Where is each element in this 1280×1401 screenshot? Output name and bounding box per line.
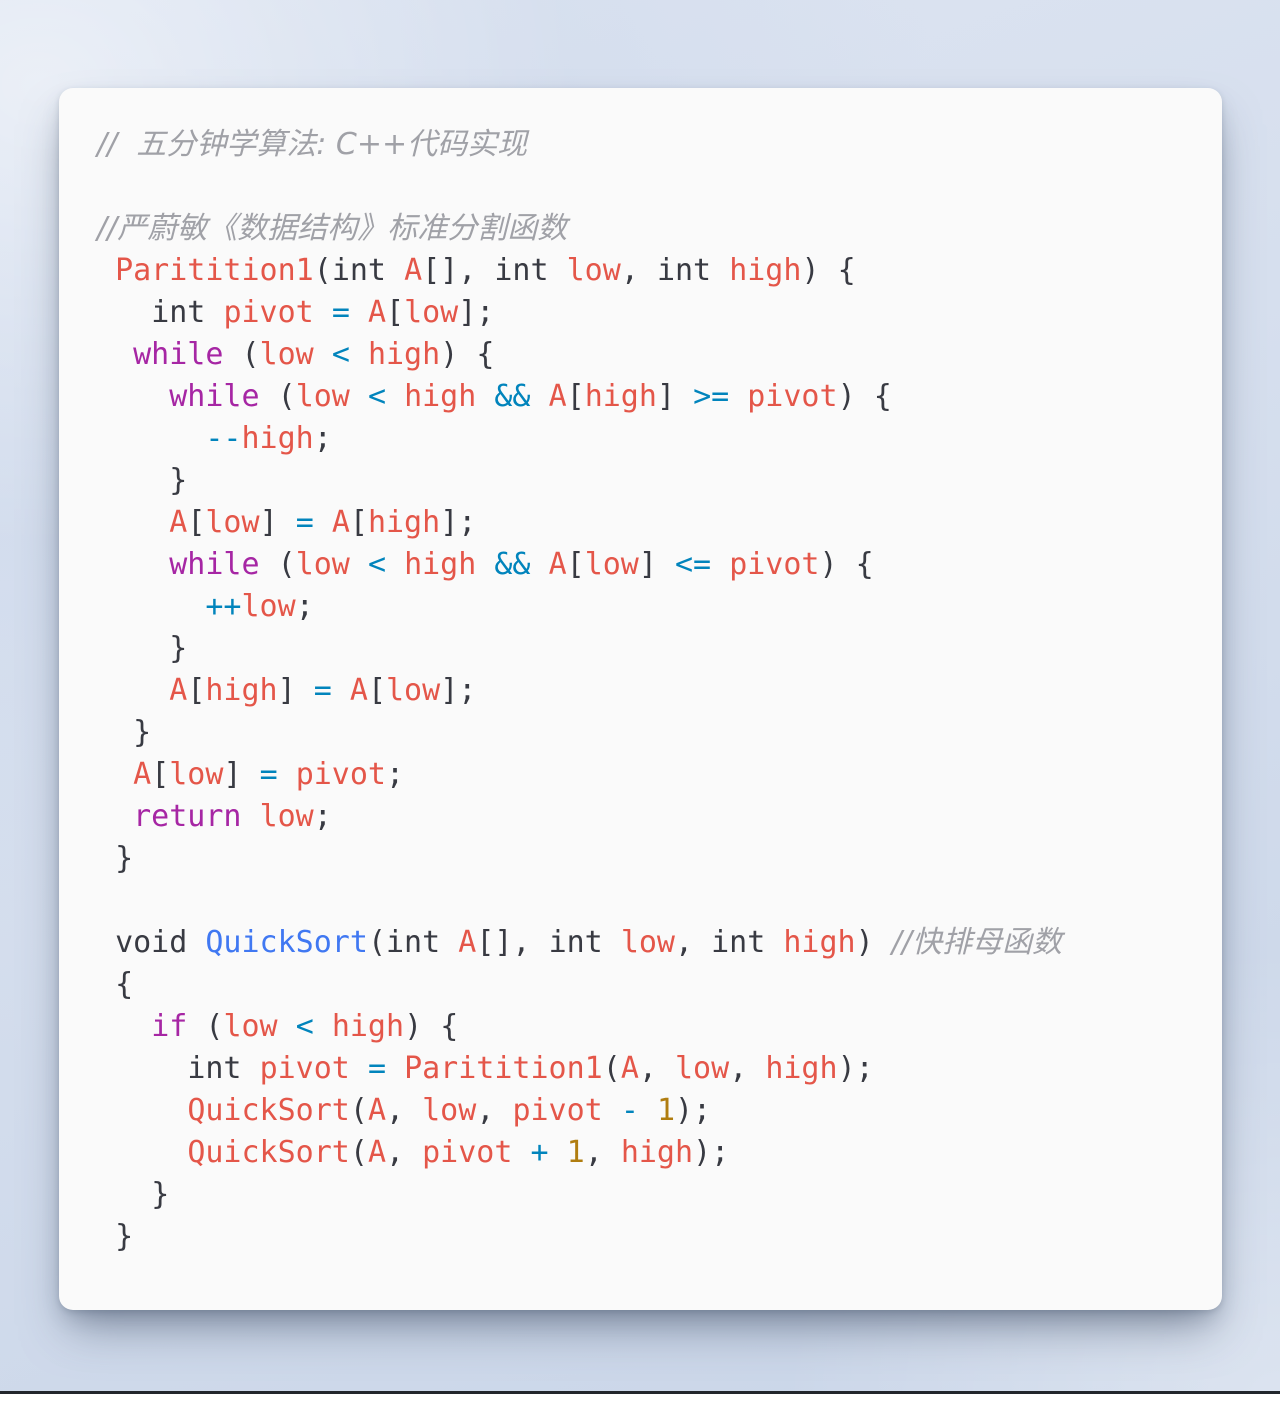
code-line: } [115,1219,134,1254]
trailing-comment: //快排母函数 [891,925,1062,960]
screenshot-page: // 五分钟学算法: C++代码实现 //严蔚敏《数据结构》标准分割函数 Pari… [0,0,1280,1401]
code-line: Paritition1(int A[], int low, int high) … [115,253,856,288]
code-block: // 五分钟学算法: C++代码实现 //严蔚敏《数据结构》标准分割函数 Pari… [97,124,1194,1258]
code-line: void QuickSort(int A[], int low, int hig… [115,925,1062,960]
code-card: // 五分钟学算法: C++代码实现 //严蔚敏《数据结构》标准分割函数 Pari… [59,88,1222,1310]
code-line: } [169,631,188,666]
token-function-name: Paritition1 [115,253,314,288]
code-line: return low; [133,799,332,834]
code-line: { [115,967,134,1002]
code-line: ++low; [205,589,314,624]
code-line: A[high] = A[low]; [169,673,477,708]
code-line: QuickSort(A, pivot + 1, high); [187,1135,730,1170]
code-line: QuickSort(A, low, pivot - 1); [187,1093,712,1128]
code-line: //严蔚敏《数据结构》标准分割函数 [97,208,1194,250]
code-line: } [115,841,134,876]
code-line: int pivot = A[low]; [151,295,495,330]
code-line: } [133,715,152,750]
code-line: } [169,463,188,498]
code-line: A[low] = pivot; [133,757,405,792]
code-line: --high; [205,421,332,456]
title-comment: // 五分钟学算法: C++代码实现 [97,127,528,162]
code-line: while (low < high && A[low] <= pivot) { [169,547,874,582]
code-line: } [151,1177,170,1212]
code-line: while (low < high) { [133,337,495,372]
bottom-strip [0,1394,1280,1401]
token-function-name-quicksort: QuickSort [205,925,368,960]
code-line: // 五分钟学算法: C++代码实现 [97,124,1194,166]
code-line: if (low < high) { [151,1009,459,1044]
code-line: while (low < high && A[high] >= pivot) { [169,379,892,414]
code-line: A[low] = A[high]; [169,505,477,540]
section-comment: //严蔚敏《数据结构》标准分割函数 [97,211,568,246]
code-line: int pivot = Paritition1(A, low, high); [187,1051,874,1086]
